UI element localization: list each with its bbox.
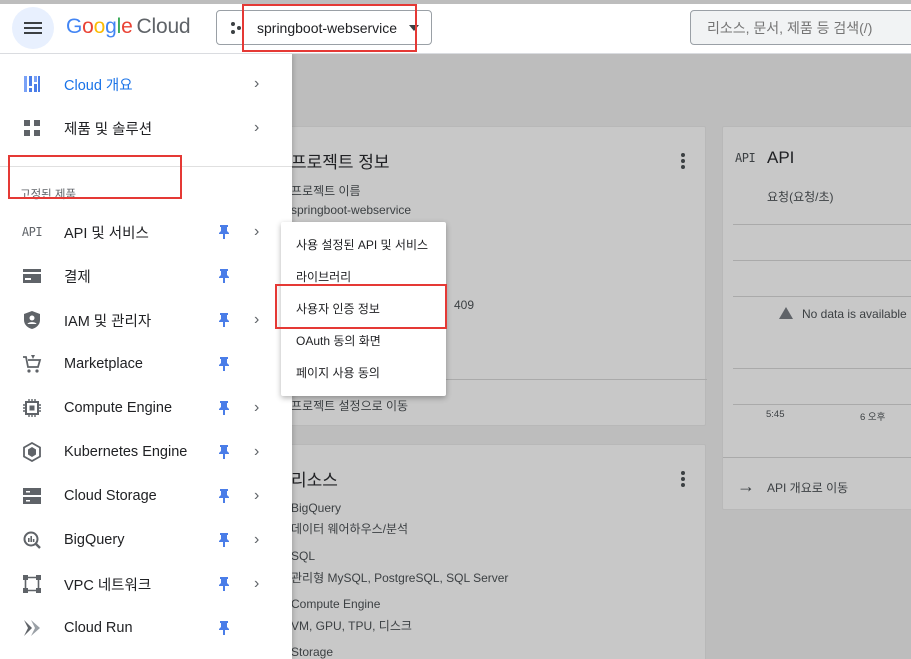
resources-card: 리소스 BigQuery 데이터 웨어하우스/분석 SQL 관리형 MySQL,… — [270, 444, 706, 659]
api-card-title: API — [767, 148, 795, 167]
x-tick: 6 오후 — [860, 412, 886, 423]
pin-icon[interactable] — [218, 401, 230, 415]
bigquery-icon — [22, 530, 42, 550]
nav-item-label: API 및 서비스 — [64, 225, 149, 242]
resource-name[interactable]: Storage — [291, 645, 333, 659]
project-highlight-box — [242, 4, 417, 52]
project-name-value: springboot-webservice — [291, 203, 412, 217]
nav-item-label: VPC 네트워크 — [64, 577, 152, 594]
nav-item-cloud-overview[interactable]: Cloud 개요 › — [0, 64, 292, 104]
nav-item-pinned[interactable]: Cloud Run — [0, 608, 292, 648]
cart-icon — [22, 354, 42, 374]
resource-desc: VM, GPU, TPU, 디스크 — [291, 619, 412, 633]
project-info-title: 프로젝트 정보 — [291, 153, 390, 172]
resource-name[interactable]: SQL — [291, 549, 315, 563]
arrow-right-icon: → — [737, 476, 755, 496]
pin-icon[interactable] — [218, 621, 230, 635]
resource-name[interactable]: BigQuery — [291, 501, 341, 515]
nav-item-pinned[interactable]: BigQuery › — [0, 520, 292, 560]
nav-item-label: Cloud Run — [64, 620, 133, 636]
submenu-item-page-consent[interactable]: 페이지 사용 동의 — [281, 356, 446, 388]
nav-item-pinned[interactable]: Kubernetes Engine › — [0, 432, 292, 472]
chevron-right-icon: › — [254, 487, 260, 504]
menu-icon — [24, 22, 42, 34]
pin-icon[interactable] — [218, 577, 230, 591]
chevron-right-icon: › — [254, 119, 260, 136]
chevron-right-icon: › — [254, 75, 260, 92]
api-icon: API — [21, 225, 43, 239]
nav-item-label: Cloud Storage — [64, 488, 157, 504]
nav-item-label: BigQuery — [64, 532, 125, 548]
nav-item-label: Kubernetes Engine — [64, 444, 188, 460]
shield-icon — [22, 310, 42, 330]
project-settings-link[interactable]: 프로젝트 설정으로 이동 — [291, 397, 408, 414]
pin-icon[interactable] — [218, 269, 230, 283]
pin-icon[interactable] — [218, 489, 230, 503]
resources-title: 리소스 — [291, 471, 338, 490]
nav-item-pinned[interactable]: Compute Engine › — [0, 388, 292, 428]
chevron-right-icon: › — [254, 223, 260, 240]
chip-icon — [22, 398, 42, 418]
chevron-right-icon: › — [254, 399, 260, 416]
top-bar: Google Cloud springboot-webservice — [0, 0, 911, 54]
api-card: API API 요청(요청/초) No data is available 5:… — [722, 126, 911, 510]
pin-icon[interactable] — [218, 225, 230, 239]
pin-icon[interactable] — [218, 533, 230, 547]
warning-icon — [779, 307, 793, 319]
nav-item-label: 제품 및 솔루션 — [64, 121, 153, 138]
chevron-right-icon: › — [254, 311, 260, 328]
network-icon — [22, 574, 42, 594]
project-card-more-icon[interactable] — [681, 153, 685, 171]
x-tick: 5:45 — [766, 409, 785, 420]
pin-icon[interactable] — [218, 313, 230, 327]
resources-card-more-icon[interactable] — [681, 471, 685, 489]
credentials-highlight-box — [275, 284, 447, 329]
resource-desc: 데이터 웨어하우스/분석 — [291, 522, 409, 536]
nav-item-label: 결제 — [64, 269, 91, 286]
project-name-label: 프로젝트 이름 — [291, 184, 361, 198]
storage-icon — [22, 486, 42, 506]
nav-item-label: IAM 및 관리자 — [64, 313, 152, 330]
dashboard-icon — [22, 74, 42, 94]
search-input[interactable] — [690, 10, 911, 45]
billing-icon — [22, 266, 42, 286]
resource-desc: 관리형 MySQL, PostgreSQL, SQL Server — [291, 571, 509, 585]
chevron-right-icon: › — [254, 531, 260, 548]
nav-item-products[interactable]: 제품 및 솔루션 › — [0, 108, 292, 148]
api-overview-link[interactable]: API 개요로 이동 — [767, 479, 848, 496]
no-data-text: No data is available — [802, 307, 907, 321]
nav-item-pinned[interactable]: Marketplace — [0, 344, 292, 384]
project-number-fragment: 409 — [454, 298, 475, 312]
grid-icon — [22, 118, 42, 138]
pin-icon[interactable] — [218, 357, 230, 371]
api-metric-label: 요청(요청/초) — [767, 190, 834, 204]
nav-item-label: Cloud 개요 — [64, 77, 133, 94]
api-highlight-box — [8, 155, 182, 199]
api-card-icon: API — [735, 151, 756, 165]
chevron-right-icon: › — [254, 575, 260, 592]
hexagon-icon — [22, 442, 42, 462]
resource-name[interactable]: Compute Engine — [291, 597, 380, 611]
submenu-item-enabled-apis[interactable]: 사용 설정된 API 및 서비스 — [281, 228, 446, 260]
run-icon — [22, 618, 42, 638]
pin-icon[interactable] — [218, 445, 230, 459]
chevron-right-icon: › — [254, 443, 260, 460]
nav-item-pinned[interactable]: 결제 — [0, 256, 292, 296]
nav-item-label: Compute Engine — [64, 400, 173, 416]
nav-item-pinned[interactable]: IAM 및 관리자 › — [0, 300, 292, 340]
google-cloud-logo[interactable]: Google Cloud — [66, 15, 191, 39]
nav-item-pinned[interactable]: VPC 네트워크 › — [0, 564, 292, 604]
hamburger-menu-button[interactable] — [12, 7, 54, 49]
nav-item-pinned[interactable]: API API 및 서비스 › — [0, 212, 292, 252]
nav-item-pinned[interactable]: Cloud Storage › — [0, 476, 292, 516]
nav-drawer: Cloud 개요 › 제품 및 솔루션 › 고정된 제품 API API 및 서비… — [0, 54, 292, 659]
nav-item-label: Marketplace — [64, 356, 143, 372]
